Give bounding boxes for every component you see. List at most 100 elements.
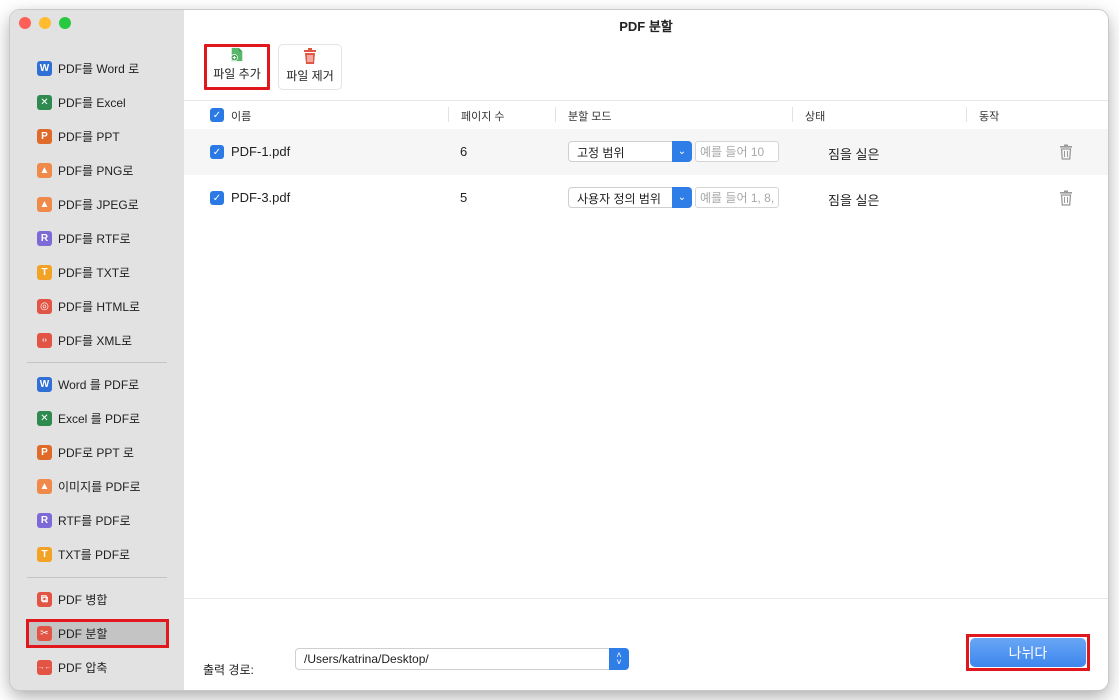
status-text: 짐을 실은: [828, 147, 880, 162]
window-controls: [19, 17, 71, 29]
sidebar-item[interactable]: P PDF로 PPT 로: [26, 439, 168, 465]
split-mode-value: 고정 범위: [577, 146, 625, 160]
image-icon: ▲: [37, 478, 52, 494]
sidebar-divider: [27, 362, 167, 363]
sidebar-item[interactable]: R PDF를 RTF로: [26, 225, 168, 251]
image-icon: ▲: [37, 162, 52, 178]
txt-icon: T: [37, 264, 52, 280]
word-icon: W: [37, 60, 52, 76]
column-divider: [792, 107, 793, 122]
sidebar-item-label: PDF를 PNG로: [58, 163, 134, 178]
delete-row-icon[interactable]: [1059, 190, 1073, 206]
add-file-icon: [230, 47, 243, 62]
row-checkbox[interactable]: ✓: [210, 145, 224, 159]
zoom-window-button[interactable]: [59, 17, 71, 29]
add-file-label: 파일 추가: [213, 67, 261, 81]
chevron-updown-icon: ˄ ˅: [609, 648, 629, 670]
table-row[interactable]: ✓ PDF-3.pdf 5 사용자 정의 범위 ⌄ 짐을 실은: [184, 175, 1108, 221]
chevron-down-icon: ⌄: [672, 141, 692, 162]
column-divider: [555, 107, 556, 122]
txt-icon: T: [37, 546, 52, 562]
rtf-icon: R: [37, 512, 52, 528]
range-input[interactable]: [695, 141, 779, 162]
sidebar-item[interactable]: P PDF를 PPT: [26, 123, 168, 149]
window-title: PDF 분할: [619, 19, 673, 34]
column-action: 동작: [979, 111, 1000, 123]
html-icon: ◎: [37, 298, 52, 314]
excel-icon: ✕: [37, 410, 52, 426]
sidebar-item-label: PDF를 TXT로: [58, 265, 131, 280]
sidebar-item[interactable]: ✕ Excel 를 PDF로: [26, 405, 168, 431]
sidebar-item[interactable]: ▲ 이미지를 PDF로: [26, 473, 168, 499]
sidebar-item[interactable]: W Word 를 PDF로: [26, 371, 168, 397]
excel-icon: ✕: [37, 94, 52, 110]
ppt-icon: P: [37, 128, 52, 144]
close-window-button[interactable]: [19, 17, 31, 29]
sidebar-item[interactable]: T TXT를 PDF로: [26, 541, 168, 567]
row-checkbox[interactable]: ✓: [210, 191, 224, 205]
sidebar-item-label: PDF를 PPT: [58, 129, 120, 144]
table-row[interactable]: ✓ PDF-1.pdf 6 고정 범위 ⌄ 짐을 실은: [184, 129, 1108, 175]
sidebar-item[interactable]: ✂ PDF 분할: [26, 619, 169, 648]
merge-icon: ⧉: [37, 591, 52, 607]
sidebar-item[interactable]: ◎ PDF를 HTML로: [26, 293, 168, 319]
split-button[interactable]: 나뉘다: [970, 638, 1086, 667]
status-text: 짐을 실은: [828, 193, 880, 208]
sidebar-item-label: Excel 를 PDF로: [58, 411, 141, 426]
file-name: PDF-1.pdf: [231, 144, 291, 159]
sidebar-item-label: TXT를 PDF로: [58, 547, 131, 562]
image-icon: ▲: [37, 196, 52, 212]
sidebar-item-label: PDF를 Excel: [58, 95, 126, 110]
remove-file-button[interactable]: 파일 제거: [278, 44, 342, 90]
sidebar: W PDF를 Word 로 ✕ PDF를 Excel P PDF를 PPT ▲ PDF를 PN…: [10, 10, 184, 690]
sidebar-item-label: PDF를 RTF로: [58, 231, 131, 246]
sidebar-divider: [27, 577, 167, 578]
sidebar-item[interactable]: W PDF를 Word 로: [26, 55, 168, 81]
rtf-icon: R: [37, 230, 52, 246]
page-count: 6: [460, 144, 468, 159]
ppt-icon: P: [37, 444, 52, 460]
sidebar-item[interactable]: ‹› PDF를 XML로: [26, 327, 168, 353]
column-divider: [966, 107, 967, 122]
chevron-down-icon: ⌄: [672, 187, 692, 208]
sidebar-item[interactable]: ▲ PDF를 JPEG로: [26, 191, 168, 217]
sidebar-item[interactable]: ⧉ PDF 병합: [26, 586, 168, 612]
sidebar-item-label: PDF를 XML로: [58, 333, 133, 348]
xml-icon: ‹›: [37, 332, 52, 348]
select-all-checkbox[interactable]: ✓: [210, 108, 224, 122]
output-path-label: 출력 경로:: [203, 663, 254, 677]
file-name: PDF-3.pdf: [231, 190, 291, 205]
split-mode-select[interactable]: 사용자 정의 범위 ⌄: [568, 187, 692, 208]
sidebar-item-label: RTF를 PDF로: [58, 513, 131, 528]
sidebar-item-label: PDF를 HTML로: [58, 299, 141, 314]
output-path-value: /Users/katrina/Desktop/: [304, 652, 429, 666]
sidebar-item[interactable]: T PDF를 TXT로: [26, 259, 168, 285]
sidebar-item-label: 이미지를 PDF로: [58, 479, 141, 494]
trash-icon: [304, 48, 316, 64]
sidebar-item[interactable]: →← PDF 압축: [26, 654, 168, 680]
range-input[interactable]: [695, 187, 779, 208]
compress-icon: →←: [37, 659, 52, 675]
app-window: W PDF를 Word 로 ✕ PDF를 Excel P PDF를 PPT ▲ PDF를 PN…: [10, 10, 1108, 690]
add-file-button[interactable]: 파일 추가: [204, 44, 270, 90]
sidebar-item[interactable]: ▲ PDF를 PNG로: [26, 157, 168, 183]
column-name: 이름: [231, 111, 252, 123]
scissors-icon: ✂: [37, 626, 52, 641]
column-divider: [448, 107, 449, 122]
split-mode-select[interactable]: 고정 범위 ⌄: [568, 141, 692, 162]
sidebar-item-label: PDF 압축: [58, 660, 108, 675]
sidebar-item-label: PDF 병합: [58, 592, 108, 607]
delete-row-icon[interactable]: [1059, 144, 1073, 160]
main-panel: PDF 분할 파일 추가 파일 제거 ✓ 이름 페이지 수 분할 모드 상태 동…: [184, 10, 1108, 690]
sidebar-item[interactable]: ✕ PDF를 Excel: [26, 89, 168, 115]
sidebar-item[interactable]: R RTF를 PDF로: [26, 507, 168, 533]
table-header: ✓ 이름 페이지 수 분할 모드 상태 동작: [184, 100, 1108, 130]
page-count: 5: [460, 190, 468, 205]
minimize-window-button[interactable]: [39, 17, 51, 29]
remove-file-label: 파일 제거: [286, 69, 334, 83]
output-path-select[interactable]: /Users/katrina/Desktop/ ˄ ˅: [295, 648, 629, 670]
sidebar-item-label: Word 를 PDF로: [58, 377, 140, 392]
sidebar-item-label: PDF 분할: [58, 627, 108, 641]
sidebar-item-label: PDF를 JPEG로: [58, 197, 139, 212]
sidebar-item-label: PDF로 PPT 로: [58, 445, 134, 460]
